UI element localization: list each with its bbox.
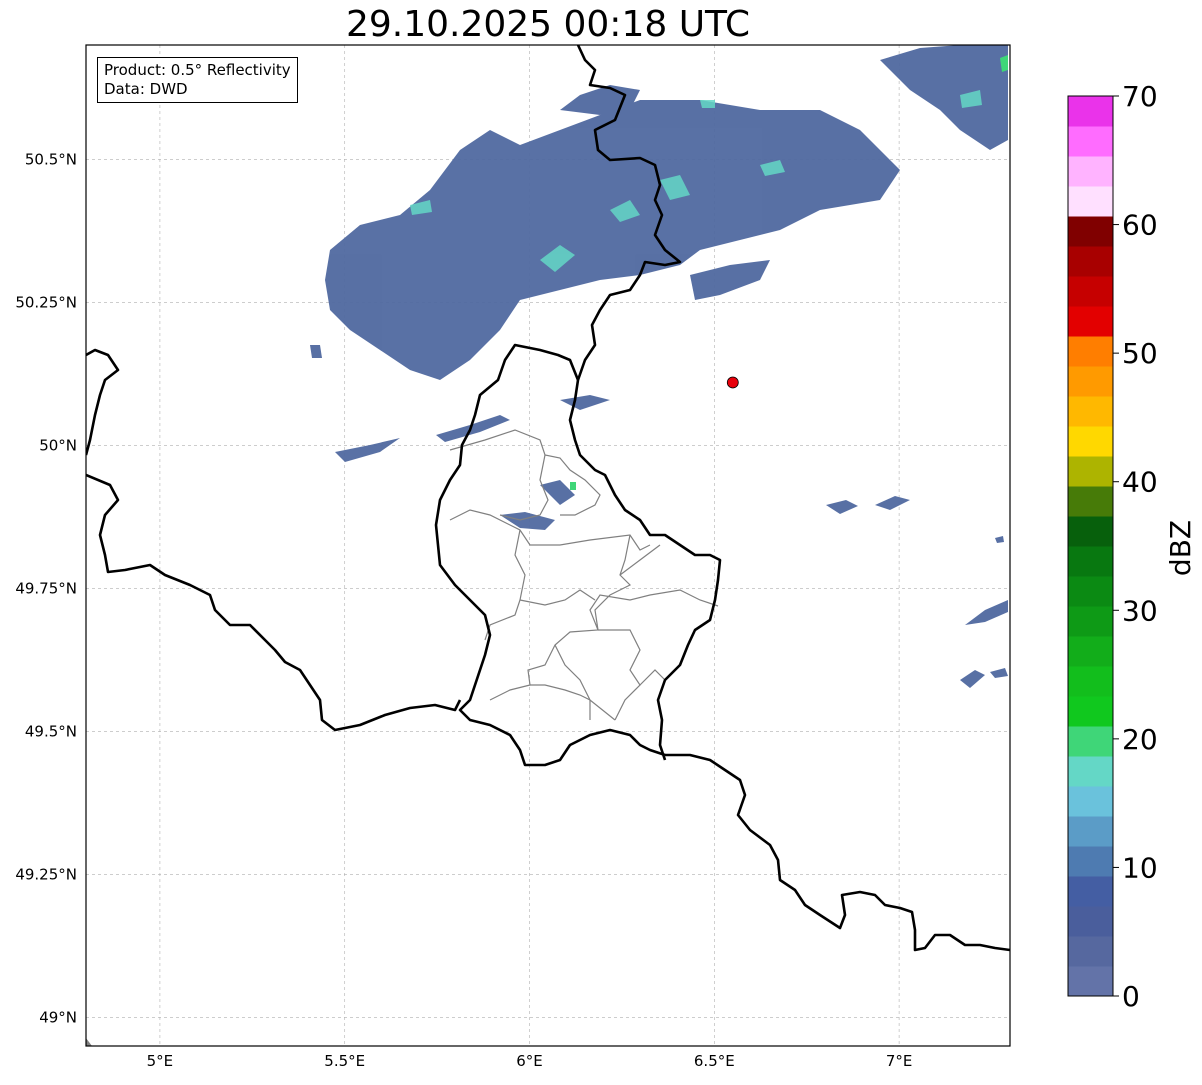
lat-tick-label: 49°N — [39, 1008, 77, 1026]
colorbar-tick-label: 50 — [1122, 337, 1158, 370]
colorbar-segment — [1068, 516, 1113, 547]
colorbar-segment — [1068, 606, 1113, 637]
colorbar-segment — [1068, 216, 1113, 247]
colorbar-segment — [1068, 96, 1113, 127]
colorbar-segment — [1068, 756, 1113, 787]
colorbar-segment — [1068, 186, 1113, 217]
colorbar-segment — [1068, 636, 1113, 667]
figure-canvas: 5°E 5.5°E 6°E 6.5°E 7°E 50.5°N 50.25°N 50°N 49.… — [15, 44, 1197, 1070]
colorbar-segment — [1068, 396, 1113, 427]
lon-tick-label: 7°E — [886, 1052, 913, 1070]
colorbar-tick-label: 40 — [1122, 466, 1158, 499]
colorbar-segment — [1068, 846, 1113, 877]
colorbar-segment — [1068, 276, 1113, 307]
colorbar-tick-label: 10 — [1122, 851, 1158, 884]
colorbar — [1068, 96, 1113, 997]
longitude-axis: 5°E 5.5°E 6°E 6.5°E 7°E — [147, 1052, 913, 1070]
colorbar-segment — [1068, 486, 1113, 517]
colorbar-segment — [1068, 426, 1113, 457]
colorbar-tick-label: 30 — [1122, 594, 1158, 627]
lat-tick-label: 49.5°N — [25, 722, 77, 740]
colorbar-label: dBZ — [1164, 520, 1197, 576]
lat-tick-label: 49.25°N — [15, 865, 77, 883]
lat-tick-label: 50.25°N — [15, 293, 77, 311]
colorbar-segment — [1068, 726, 1113, 757]
colorbar-segment — [1068, 816, 1113, 847]
lat-tick-label: 50.5°N — [25, 150, 77, 168]
colorbar-segment — [1068, 246, 1113, 277]
colorbar-segment — [1068, 366, 1113, 397]
lon-tick-label: 6°E — [516, 1052, 543, 1070]
lon-tick-label: 6.5°E — [694, 1052, 735, 1070]
colorbar-segment — [1068, 456, 1113, 487]
colorbar-segment — [1068, 696, 1113, 727]
colorbar-segment — [1068, 576, 1113, 607]
figure: 5°E 5.5°E 6°E 6.5°E 7°E 50.5°N 50.25°N 50°N 49.… — [0, 0, 1202, 1085]
colorbar-ticks: 0 10 20 30 40 50 60 70 — [1113, 80, 1158, 1013]
latitude-axis: 50.5°N 50.25°N 50°N 49.75°N 49.5°N 49.25°N 49°… — [15, 150, 77, 1026]
colorbar-segment — [1068, 546, 1113, 577]
lat-tick-label: 49.75°N — [15, 579, 77, 597]
colorbar-segment — [1068, 786, 1113, 817]
colorbar-segment — [1068, 336, 1113, 367]
info-box: Product: 0.5° Reflectivity Data: DWD — [97, 57, 298, 103]
product-label: Product: 0.5° Reflectivity — [104, 61, 291, 79]
lon-tick-label: 5.5°E — [324, 1052, 365, 1070]
colorbar-segment — [1068, 936, 1113, 967]
colorbar-segment — [1068, 156, 1113, 187]
colorbar-tick-label: 0 — [1122, 980, 1140, 1013]
colorbar-segment — [1068, 666, 1113, 697]
radar-site-marker — [726, 376, 739, 389]
colorbar-segment — [1068, 906, 1113, 937]
colorbar-segment — [1068, 876, 1113, 907]
colorbar-segment — [1068, 966, 1113, 997]
lon-tick-label: 5°E — [147, 1052, 174, 1070]
colorbar-tick-label: 60 — [1122, 209, 1158, 242]
data-source-label: Data: DWD — [104, 80, 188, 98]
colorbar-tick-label: 70 — [1122, 80, 1158, 113]
colorbar-tick-label: 20 — [1122, 723, 1158, 756]
lat-tick-label: 50°N — [39, 436, 77, 454]
colorbar-segment — [1068, 126, 1113, 157]
colorbar-segment — [1068, 306, 1113, 337]
